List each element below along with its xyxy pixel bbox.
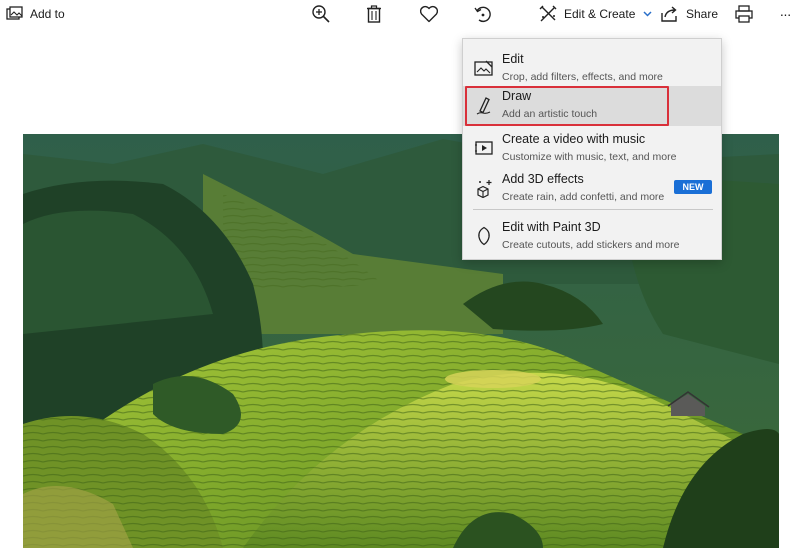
- menu-item-title: Create a video with music: [502, 132, 646, 146]
- delete-icon: [366, 5, 382, 23]
- zoom-button[interactable]: [308, 0, 334, 28]
- toolbar: Add to Edit & Create Share ···: [0, 0, 800, 28]
- add-to-icon: [6, 6, 24, 22]
- add-to-button[interactable]: Add to: [2, 0, 72, 28]
- edit-create-label: Edit & Create: [564, 7, 636, 21]
- share-icon: [660, 5, 680, 23]
- add-to-label: Add to: [30, 7, 65, 21]
- favorite-button[interactable]: [416, 0, 442, 28]
- menu-item-draw[interactable]: Draw Add an artistic touch: [463, 86, 721, 126]
- menu-item-subtitle: Create rain, add confetti, and more: [502, 191, 665, 203]
- sparkle-3d-icon: [473, 177, 495, 199]
- menu-item-paint-3d[interactable]: Edit with Paint 3D Create cutouts, add s…: [463, 217, 721, 257]
- rotate-icon: [473, 4, 493, 24]
- menu-item-title: Add 3D effects: [502, 172, 584, 186]
- menu-item-subtitle: Create cutouts, add stickers and more: [502, 239, 680, 251]
- selection-highlight: [465, 86, 669, 126]
- edit-create-icon: [538, 4, 558, 24]
- rotate-button[interactable]: [470, 0, 496, 28]
- pen-icon: [473, 94, 495, 116]
- new-badge: NEW: [674, 180, 712, 194]
- print-icon: [734, 4, 754, 24]
- menu-item-subtitle: Add an artistic touch: [502, 108, 598, 120]
- menu-divider: [473, 209, 713, 210]
- favorite-icon: [419, 5, 439, 23]
- edit-create-menu: Edit Crop, add filters, effects, and mor…: [462, 38, 722, 260]
- menu-item-3d-effects[interactable]: Add 3D effects Create rain, add confetti…: [463, 169, 721, 209]
- menu-item-title: Edit with Paint 3D: [502, 220, 601, 234]
- edit-photo-icon: [473, 57, 495, 79]
- delete-button[interactable]: [362, 0, 386, 28]
- more-button[interactable]: ···: [774, 0, 796, 28]
- menu-item-subtitle: Crop, add filters, effects, and more: [502, 71, 663, 83]
- share-button[interactable]: Share: [660, 0, 718, 28]
- chevron-down-icon: [643, 11, 652, 17]
- edit-create-button[interactable]: Edit & Create: [538, 0, 652, 28]
- video-icon: [473, 137, 495, 159]
- menu-item-subtitle: Customize with music, text, and more: [502, 151, 677, 163]
- share-label: Share: [686, 7, 719, 21]
- more-icon: ···: [779, 6, 792, 22]
- menu-item-title: Draw: [502, 89, 532, 103]
- paint-3d-icon: [473, 225, 495, 247]
- menu-item-title: Edit: [502, 52, 524, 66]
- zoom-icon: [311, 4, 331, 24]
- menu-item-video[interactable]: Create a video with music Customize with…: [463, 129, 721, 169]
- print-button[interactable]: [732, 0, 756, 28]
- menu-item-edit[interactable]: Edit Crop, add filters, effects, and mor…: [463, 49, 721, 89]
